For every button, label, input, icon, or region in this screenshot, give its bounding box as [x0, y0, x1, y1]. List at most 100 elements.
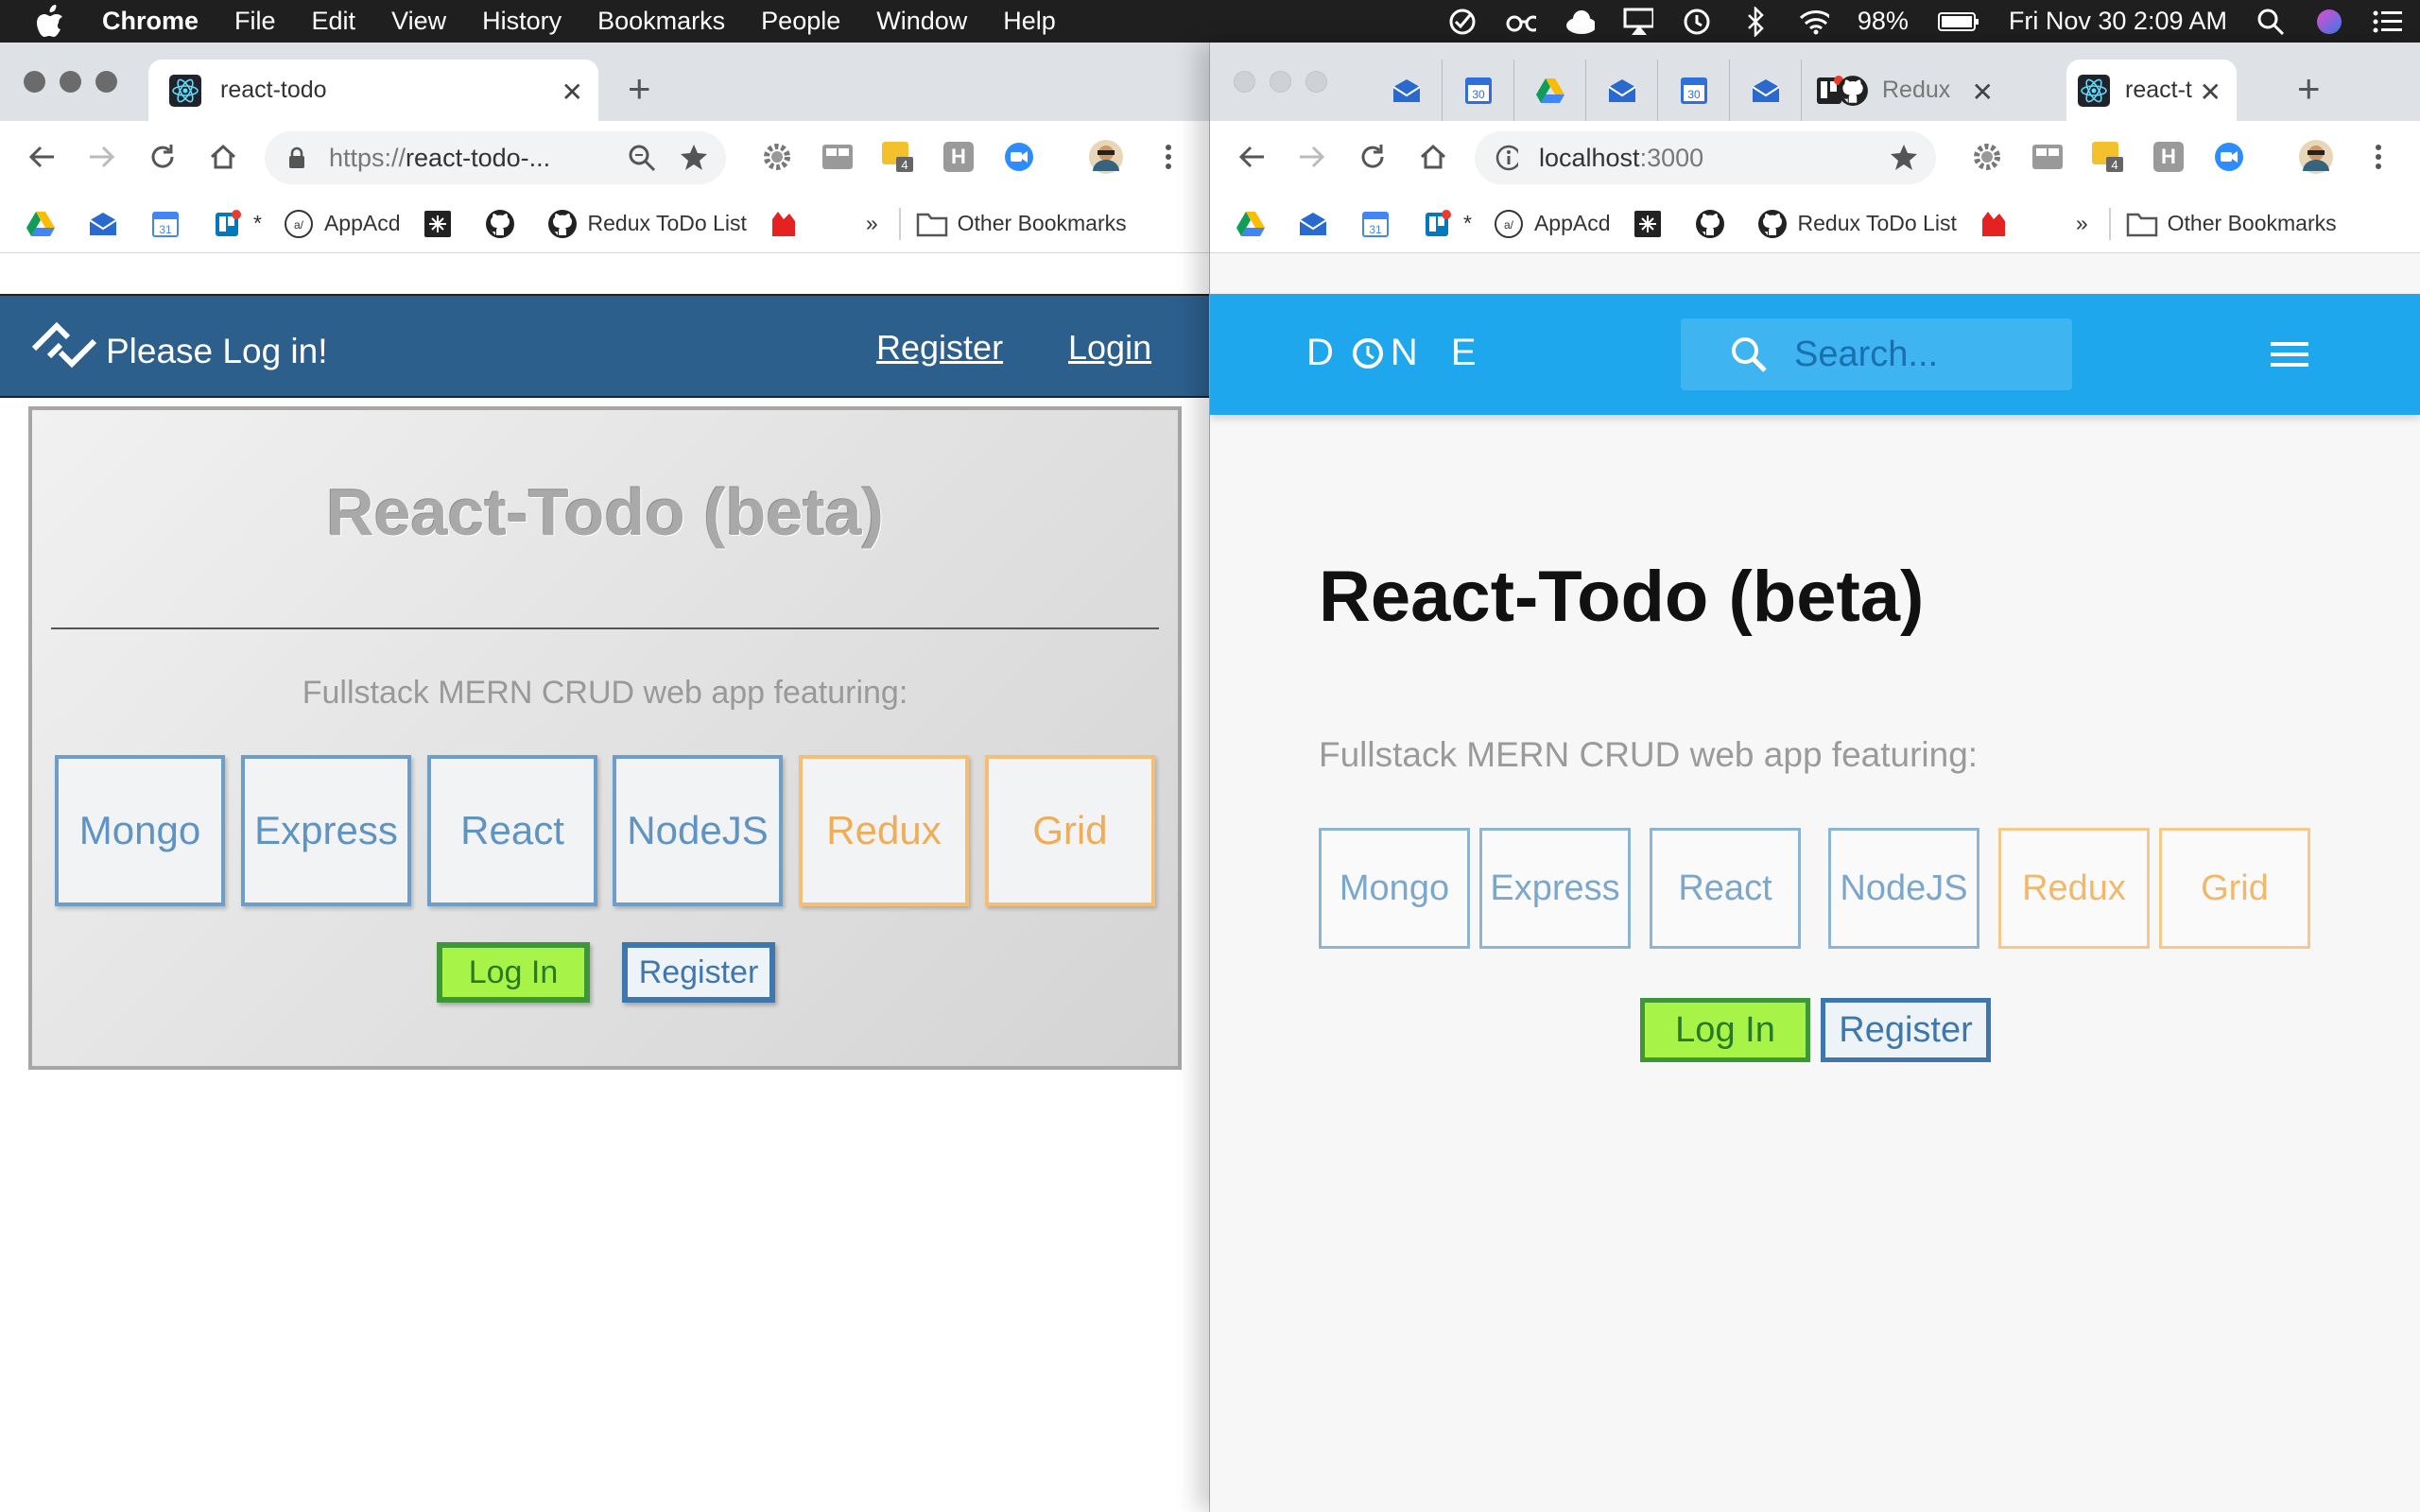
forward-icon[interactable]: [1293, 138, 1331, 176]
extension-cards-icon[interactable]: [819, 138, 856, 176]
reload-icon[interactable]: [1354, 138, 1392, 176]
airplay-icon[interactable]: [1623, 7, 1653, 37]
bookmark-calendar[interactable]: 31: [1359, 208, 1401, 240]
close-tab-icon[interactable]: ✕: [2200, 77, 2221, 108]
extension-gear-icon[interactable]: [1968, 138, 2006, 176]
menu-edit[interactable]: Edit: [312, 7, 356, 36]
tab-google-drive[interactable]: [1514, 60, 1586, 121]
bookmark-appacd[interactable]: a/AppAcd: [283, 208, 401, 240]
menu-file[interactable]: File: [234, 7, 276, 36]
bookmark-google-drive[interactable]: [25, 208, 66, 240]
back-icon[interactable]: [1233, 138, 1270, 176]
search-box[interactable]: Search...: [1681, 318, 2072, 390]
bookmarks-overflow[interactable]: »: [866, 211, 878, 236]
bookmark-trello[interactable]: *: [1422, 208, 1472, 240]
home-icon[interactable]: [204, 138, 242, 176]
close-tab-icon[interactable]: ✕: [562, 77, 583, 108]
lock-icon[interactable]: [285, 144, 308, 172]
tab-calendar-2[interactable]: 30: [1658, 60, 1730, 121]
close-window-button[interactable]: [24, 71, 45, 93]
tab-react-todo[interactable]: react-todo ✕: [148, 60, 598, 121]
register-button[interactable]: Register: [1821, 998, 1991, 1062]
tab-mail-2[interactable]: [1586, 60, 1658, 121]
bookmark-calendar[interactable]: 31: [149, 208, 191, 240]
zoom-icon[interactable]: [628, 144, 656, 179]
extension-cards-icon[interactable]: [2029, 138, 2066, 176]
bookmark-mail[interactable]: [87, 208, 129, 240]
forward-icon[interactable]: [83, 138, 121, 176]
register-button[interactable]: Register: [622, 942, 775, 1003]
menu-history[interactable]: History: [482, 7, 562, 36]
info-icon[interactable]: [1495, 144, 1518, 172]
hamburger-menu-icon[interactable]: [2271, 339, 2308, 369]
bookmark-redux-todo[interactable]: Redux ToDo List: [546, 208, 747, 240]
minimize-window-button[interactable]: [1270, 71, 1291, 93]
menu-view[interactable]: View: [391, 7, 446, 36]
menu-bookmarks[interactable]: Bookmarks: [597, 7, 725, 36]
cloud-icon[interactable]: [1564, 7, 1595, 37]
reload-icon[interactable]: [144, 138, 182, 176]
login-button[interactable]: Log In: [1640, 998, 1810, 1062]
menu-app-name[interactable]: Chrome: [102, 7, 199, 36]
wifi-icon[interactable]: [1799, 7, 1829, 37]
tab-react-todo[interactable]: react-t ✕: [2066, 60, 2237, 121]
notification-center-icon[interactable]: [2373, 7, 2403, 37]
bookmark-red-app[interactable]: [1978, 208, 2019, 240]
close-tab-icon[interactable]: ✕: [1972, 77, 1994, 108]
profile-avatar[interactable]: [1087, 138, 1125, 176]
bookmark-perplexity[interactable]: [422, 208, 463, 240]
menu-people[interactable]: People: [761, 7, 840, 36]
done-logo[interactable]: D N E: [1306, 332, 1488, 374]
bookmark-appacd[interactable]: a/AppAcd: [1493, 208, 1611, 240]
extension-zoom-video-icon[interactable]: [1000, 138, 1038, 176]
zoom-window-button[interactable]: [95, 71, 117, 93]
nav-register-link[interactable]: Register: [876, 328, 1003, 368]
apple-menu-icon[interactable]: [36, 3, 74, 41]
extension-zoom-video-icon[interactable]: [2210, 138, 2248, 176]
chrome-menu-icon[interactable]: [1150, 138, 1187, 176]
zoom-window-button[interactable]: [1305, 71, 1327, 93]
battery-icon[interactable]: [1937, 7, 1980, 37]
extension-h-icon[interactable]: H: [940, 138, 977, 176]
new-tab-button[interactable]: +: [2297, 69, 2321, 109]
address-bar[interactable]: localhost:3000: [1475, 131, 1936, 184]
bookmark-red-app[interactable]: [768, 208, 809, 240]
menu-window[interactable]: Window: [876, 7, 967, 36]
app-logo-icon[interactable]: [28, 317, 100, 373]
new-tab-button[interactable]: +: [628, 69, 651, 109]
extension-h-icon[interactable]: H: [2150, 138, 2187, 176]
bookmark-perplexity[interactable]: [1632, 208, 1673, 240]
bookmark-github[interactable]: [1694, 208, 1736, 240]
bookmark-github[interactable]: [484, 208, 526, 240]
bookmark-star-icon[interactable]: [679, 143, 709, 180]
bluetooth-icon[interactable]: [1740, 6, 1771, 37]
menubar-clock[interactable]: Fri Nov 30 2:09 AM: [2009, 7, 2227, 36]
chrome-menu-icon[interactable]: [2360, 138, 2397, 176]
spotlight-search-icon[interactable]: [2256, 7, 2286, 37]
profile-avatar[interactable]: [2297, 138, 2335, 176]
address-bar[interactable]: https://react-todo-...: [265, 131, 726, 184]
menu-help[interactable]: Help: [1003, 7, 1056, 36]
bookmark-other[interactable]: Other Bookmarks: [2126, 208, 2337, 240]
login-button[interactable]: Log In: [437, 942, 590, 1003]
checkmark-icon[interactable]: [1447, 7, 1478, 37]
tab-mail[interactable]: [1371, 60, 1443, 121]
minimize-window-button[interactable]: [60, 71, 81, 93]
nav-login-link[interactable]: Login: [1068, 328, 1151, 368]
tab-mail-3[interactable]: [1730, 60, 1802, 121]
bookmark-google-drive[interactable]: [1235, 208, 1276, 240]
time-machine-icon[interactable]: [1682, 7, 1712, 37]
back-icon[interactable]: [23, 138, 60, 176]
extension-chat-icon[interactable]: 4: [2089, 138, 2127, 176]
bookmark-star-icon[interactable]: [1889, 143, 1919, 180]
bookmark-redux-todo[interactable]: Redux ToDo List: [1756, 208, 1957, 240]
extension-gear-icon[interactable]: [758, 138, 796, 176]
close-window-button[interactable]: [1234, 71, 1255, 93]
glasses-icon[interactable]: [1506, 7, 1536, 37]
bookmark-other[interactable]: Other Bookmarks: [916, 208, 1127, 240]
extension-chat-icon[interactable]: 4: [879, 138, 917, 176]
tab-calendar[interactable]: 30: [1443, 60, 1514, 121]
bookmark-mail[interactable]: [1297, 208, 1339, 240]
bookmarks-overflow[interactable]: »: [2076, 211, 2088, 236]
tab-redux[interactable]: Redux ✕: [1829, 60, 2009, 121]
